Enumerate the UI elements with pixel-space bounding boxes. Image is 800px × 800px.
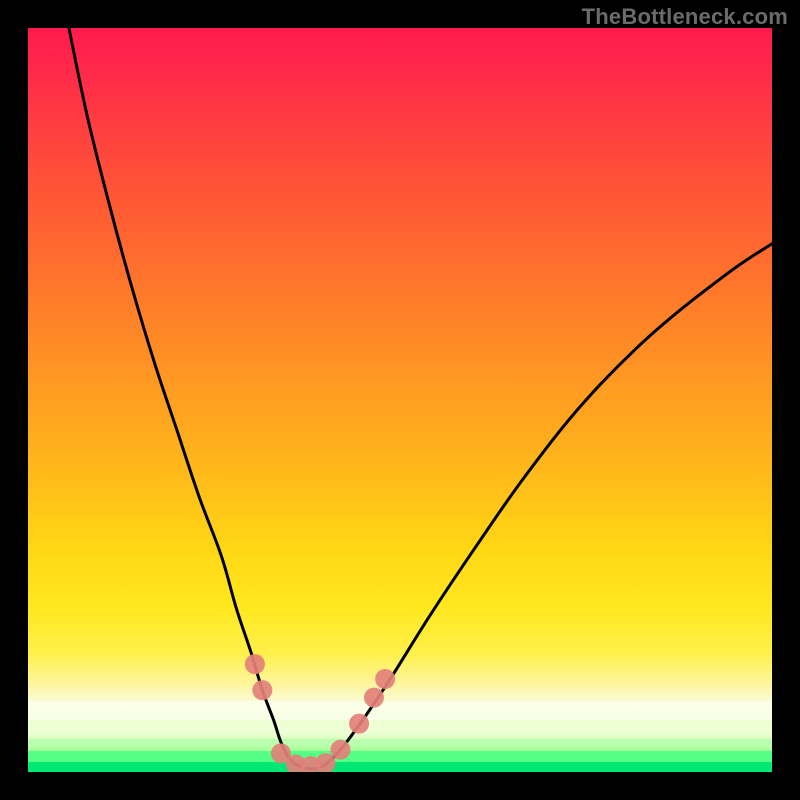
marker-right-2 xyxy=(364,688,384,708)
marker-group xyxy=(245,654,395,772)
marker-valley-5 xyxy=(330,740,350,760)
marker-right-1 xyxy=(349,714,369,734)
curve-right-branch xyxy=(326,244,772,765)
chart-frame: TheBottleneck.com xyxy=(0,0,800,800)
curve-layer xyxy=(28,28,772,772)
curve-paths xyxy=(69,28,772,769)
curve-left-branch xyxy=(69,28,296,765)
marker-valley-4 xyxy=(316,753,336,772)
marker-left-2 xyxy=(252,680,272,700)
watermark-text: TheBottleneck.com xyxy=(582,4,788,30)
marker-right-3 xyxy=(375,669,395,689)
plot-area xyxy=(28,28,772,772)
marker-left-1 xyxy=(245,654,265,674)
